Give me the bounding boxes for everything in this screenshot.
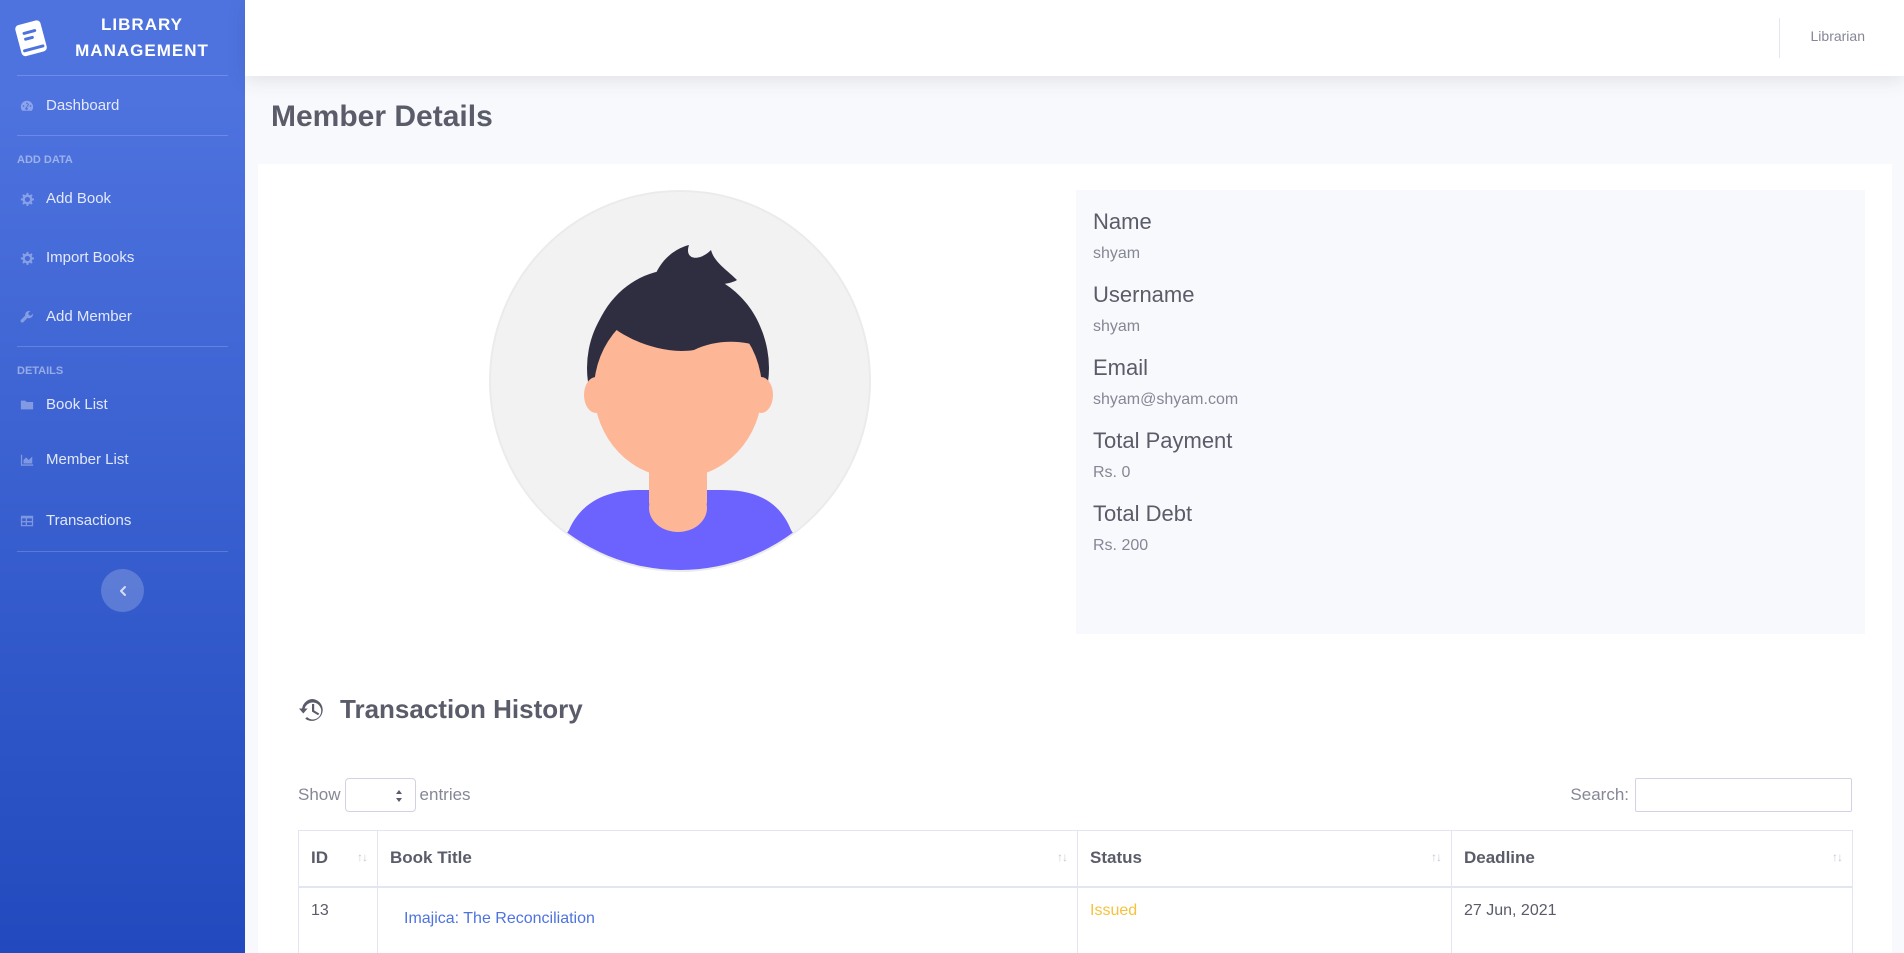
field-email: Email shyam@shyam.com: [1093, 354, 1848, 410]
sidebar: LIBRARY MANAGEMENT Dashboard ADD DATA Ad…: [0, 0, 245, 953]
column-label: Deadline: [1464, 848, 1535, 868]
book-icon: [15, 19, 47, 56]
search-input[interactable]: [1635, 778, 1852, 812]
field-total-debt: Total Debt Rs. 200: [1093, 500, 1848, 556]
column-header-status[interactable]: Status ↑↓: [1077, 830, 1452, 888]
sidebar-heading-details: DETAILS: [17, 365, 64, 377]
sort-icon: ↑↓: [1832, 850, 1843, 864]
column-header-book-title[interactable]: Book Title ↑↓: [377, 830, 1078, 888]
transactions-table: ID ↑↓ Book Title ↑↓ Status ↑↓ Deadline ↑…: [298, 830, 1853, 953]
folder-icon: [19, 397, 35, 413]
cog-icon: [19, 250, 35, 266]
transaction-history-header: Transaction History: [298, 694, 583, 725]
table-header-row: ID ↑↓ Book Title ↑↓ Status ↑↓ Deadline ↑…: [298, 830, 1853, 888]
tachometer-icon: [19, 98, 35, 114]
column-header-deadline[interactable]: Deadline ↑↓: [1451, 830, 1853, 888]
page-title: Member Details: [271, 100, 493, 133]
history-icon: [299, 698, 323, 721]
sidebar-label-add-member: Add Member: [46, 308, 132, 325]
table-search: Search:: [1570, 778, 1852, 812]
table-icon: [19, 513, 35, 529]
show-entries-control: Show entries: [298, 778, 471, 812]
topbar-divider: [1779, 18, 1780, 58]
username-label: Username: [1093, 282, 1195, 307]
sidebar-item-import-books[interactable]: Import Books: [17, 228, 228, 287]
column-label: Status: [1090, 848, 1142, 868]
cell-status: Issued: [1077, 886, 1452, 953]
total-payment-label: Total Payment: [1093, 428, 1233, 453]
brand-text: LIBRARY MANAGEMENT: [50, 12, 228, 64]
total-payment-value: Rs. 0: [1093, 464, 1131, 481]
sidebar-item-add-book[interactable]: Add Book: [17, 169, 228, 228]
field-name: Name shyam: [1093, 208, 1848, 264]
chevron-left-icon: [119, 585, 126, 596]
field-username: Username shyam: [1093, 281, 1848, 337]
brand-line-2: MANAGEMENT: [75, 40, 209, 60]
sidebar-item-member-list[interactable]: Member List: [17, 429, 228, 490]
sidebar-item-transactions[interactable]: Transactions: [17, 490, 228, 551]
member-card: Name shyam Username shyam Email shyam@sh…: [258, 164, 1892, 953]
transaction-history-title: Transaction History: [340, 694, 583, 724]
name-label: Name: [1093, 209, 1152, 234]
cell-id: 13: [298, 886, 378, 953]
total-debt-label: Total Debt: [1093, 501, 1193, 526]
cog-icon: [19, 191, 35, 207]
cell-book-title: Imajica: The Reconciliation: [377, 886, 1078, 953]
book-title-link[interactable]: Imajica: The Reconciliation: [404, 910, 595, 928]
sidebar-label-import-books: Import Books: [46, 249, 135, 266]
table-row: 13 Imajica: The Reconciliation Issued 27…: [298, 886, 1853, 953]
sort-icon: ↑↓: [1057, 850, 1068, 864]
member-details: Name shyam Username shyam Email shyam@sh…: [1076, 190, 1865, 634]
sidebar-label-book-list: Book List: [46, 396, 108, 413]
sidebar-heading-add-data: ADD DATA: [17, 154, 73, 166]
entries-select[interactable]: [344, 778, 416, 812]
username-value: shyam: [1093, 318, 1141, 335]
sidebar-item-add-member[interactable]: Add Member: [17, 287, 228, 346]
column-header-id[interactable]: ID ↑↓: [298, 830, 378, 888]
chart-area-icon: [19, 452, 35, 468]
sort-arrows-icon: [395, 790, 402, 802]
column-label: Book Title: [390, 848, 472, 868]
show-label: Show: [298, 785, 341, 804]
cell-deadline: 27 Jun, 2021: [1451, 886, 1853, 953]
name-value: shyam: [1093, 245, 1141, 262]
sidebar-item-dashboard[interactable]: Dashboard: [17, 76, 228, 135]
sidebar-label-transactions: Transactions: [46, 512, 132, 529]
email-label: Email: [1093, 355, 1149, 380]
sidebar-item-book-list[interactable]: Book List: [17, 380, 228, 429]
search-label: Search:: [1570, 785, 1629, 804]
email-value: shyam@shyam.com: [1093, 391, 1239, 408]
column-label: ID: [311, 848, 328, 868]
topbar: Librarian: [245, 0, 1904, 76]
sidebar-label-add-book: Add Book: [46, 190, 112, 207]
avatar: [489, 190, 871, 572]
sort-icon: ↑↓: [1431, 850, 1442, 864]
sidebar-label-member-list: Member List: [46, 451, 129, 468]
brand-line-1: LIBRARY: [101, 14, 183, 34]
sidebar-toggle-wrap: [17, 552, 228, 612]
sidebar-toggle-button[interactable]: [101, 569, 144, 612]
entries-label: entries: [419, 785, 471, 804]
field-total-payment: Total Payment Rs. 0: [1093, 427, 1848, 483]
sort-icon: ↑↓: [357, 850, 368, 864]
total-debt-value: Rs. 200: [1093, 537, 1149, 554]
user-dropdown[interactable]: Librarian: [1811, 28, 1865, 44]
sidebar-label-dashboard: Dashboard: [46, 97, 120, 114]
sidebar-brand[interactable]: LIBRARY MANAGEMENT: [15, 0, 228, 76]
wrench-icon: [19, 309, 35, 325]
